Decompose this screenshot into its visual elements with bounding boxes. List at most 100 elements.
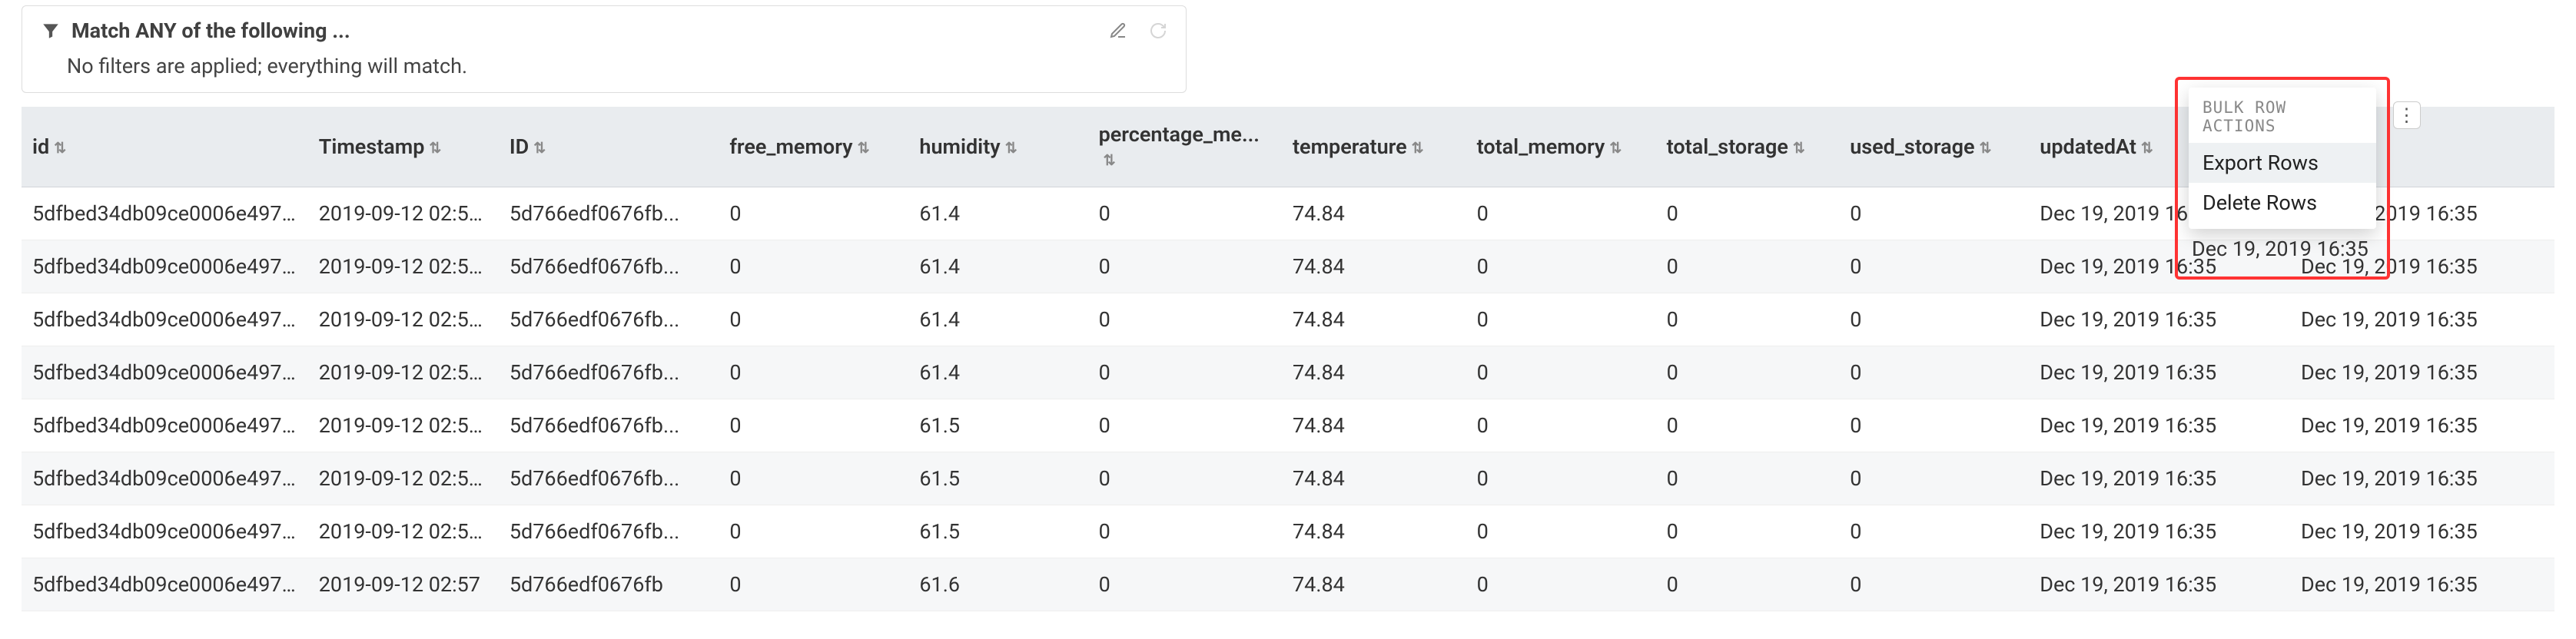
cell-humidity: 61.4	[908, 293, 1087, 346]
cell-timestamp: 2019-09-12 02:57:...	[308, 452, 499, 505]
cell-free-memory: 0	[719, 452, 908, 505]
col-header-temperature[interactable]: temperature⇅	[1282, 107, 1466, 187]
filter-bar: Match ANY of the following ... No filter…	[22, 5, 1187, 93]
sort-icon: ⇅	[1793, 139, 1805, 157]
cell-used-storage: 0	[1839, 505, 2029, 558]
cell-id[interactable]: 5dfbed34db09ce0006e4971b	[22, 240, 308, 293]
cell-used-storage: 0	[1839, 452, 2029, 505]
table-row[interactable]: 5dfbed34db09ce0006e497182019-09-12 02:57…	[22, 399, 2554, 452]
cell-total-storage: 0	[1656, 240, 1840, 293]
cell-humidity: 61.4	[908, 240, 1087, 293]
cell-total-storage: 0	[1656, 399, 1840, 452]
sort-icon: ⇅	[1609, 139, 1622, 157]
table-row[interactable]: 5dfbed34db09ce0006e497152019-09-12 02:57…	[22, 558, 2554, 611]
cell-percentage-me: 0	[1088, 399, 1282, 452]
cell-used-storage: 0	[1839, 399, 2029, 452]
cell-percentage-me: 0	[1088, 505, 1282, 558]
cell-id2: 5d766edf0676fb...	[499, 452, 719, 505]
cell-used-storage: 0	[1839, 346, 2029, 399]
cell-id[interactable]: 5dfbed34db09ce0006e4971c	[22, 187, 308, 240]
cell-id2: 5d766edf0676fb...	[499, 399, 719, 452]
cell-timestamp: 2019-09-12 02:57:...	[308, 399, 499, 452]
cell-id2: 5d766edf0676fb...	[499, 346, 719, 399]
cell-humidity: 61.6	[908, 558, 1087, 611]
cell-used-storage: 0	[1839, 187, 2029, 240]
cell-free-memory: 0	[719, 505, 908, 558]
cell-createdat: Dec 19, 2019 16:35	[2290, 452, 2554, 505]
cell-id2: 5d766edf0676fb...	[499, 293, 719, 346]
cell-total-memory: 0	[1466, 346, 1656, 399]
cell-timestamp: 2019-09-12 02:57:...	[308, 293, 499, 346]
refresh-filter-icon[interactable]	[1149, 22, 1167, 40]
cell-createdat: Dec 19, 2019 16:35	[2290, 399, 2554, 452]
cell-total-memory: 0	[1466, 240, 1656, 293]
cell-free-memory: 0	[719, 346, 908, 399]
cell-id[interactable]: 5dfbed34db09ce0006e49717	[22, 452, 308, 505]
cell-used-storage: 0	[1839, 558, 2029, 611]
cell-percentage-me: 0	[1088, 187, 1282, 240]
sort-icon: ⇅	[54, 139, 66, 157]
edit-filter-icon[interactable]	[1109, 22, 1127, 40]
col-header-used-storage[interactable]: used_storage⇅	[1839, 107, 2029, 187]
cell-id[interactable]: 5dfbed34db09ce0006e49716	[22, 505, 308, 558]
cell-createdat: Dec 19, 2019 16:35	[2290, 558, 2554, 611]
cell-id[interactable]: 5dfbed34db09ce0006e49719	[22, 346, 308, 399]
delete-rows-item[interactable]: Delete Rows	[2189, 183, 2376, 223]
kebab-menu-button[interactable]: ⋮	[2393, 101, 2421, 129]
cell-total-memory: 0	[1466, 558, 1656, 611]
filter-title: Match ANY of the following ...	[71, 18, 1098, 43]
cell-updatedat: Dec 19, 2019 16:35	[2029, 558, 2290, 611]
cell-percentage-me: 0	[1088, 452, 1282, 505]
cell-createdat: Dec 19, 2019 16:35	[2290, 293, 2554, 346]
cell-percentage-me: 0	[1088, 346, 1282, 399]
col-header-timestamp[interactable]: Timestamp⇅	[308, 107, 499, 187]
filter-actions	[1109, 22, 1167, 40]
cell-id[interactable]: 5dfbed34db09ce0006e4971a	[22, 293, 308, 346]
filter-header: Match ANY of the following ...	[41, 18, 1167, 43]
col-header-free-memory[interactable]: free_memory⇅	[719, 107, 908, 187]
filter-icon	[41, 21, 61, 41]
cell-temperature: 74.84	[1282, 187, 1466, 240]
cell-id[interactable]: 5dfbed34db09ce0006e49718	[22, 399, 308, 452]
table-row[interactable]: 5dfbed34db09ce0006e497162019-09-12 02:57…	[22, 505, 2554, 558]
sort-icon: ⇅	[1104, 151, 1116, 169]
cell-used-storage: 0	[1839, 240, 2029, 293]
cell-percentage-me: 0	[1088, 240, 1282, 293]
col-header-id[interactable]: id⇅	[22, 107, 308, 187]
cell-timestamp: 2019-09-12 02:57:...	[308, 505, 499, 558]
cell-updatedat: Dec 19, 2019 16:35	[2029, 293, 2290, 346]
cell-humidity: 61.5	[908, 399, 1087, 452]
col-header-total-storage[interactable]: total_storage⇅	[1656, 107, 1840, 187]
cell-timestamp: 2019-09-12 02:58:...	[308, 240, 499, 293]
cell-total-storage: 0	[1656, 187, 1840, 240]
col-header-id2[interactable]: ID⇅	[499, 107, 719, 187]
cell-id2: 5d766edf0676fb...	[499, 505, 719, 558]
cell-updatedat: Dec 19, 2019 16:35	[2029, 399, 2290, 452]
cell-free-memory: 0	[719, 293, 908, 346]
sort-icon: ⇅	[1005, 139, 1017, 157]
cell-id[interactable]: 5dfbed34db09ce0006e49715	[22, 558, 308, 611]
bulk-actions-popover: BULK ROW ACTIONS Export Rows Delete Rows	[2189, 88, 2376, 229]
cell-humidity: 61.5	[908, 505, 1087, 558]
popover-header: BULK ROW ACTIONS	[2189, 88, 2376, 143]
cell-used-storage: 0	[1839, 293, 2029, 346]
cell-humidity: 61.4	[908, 346, 1087, 399]
export-rows-item[interactable]: Export Rows	[2189, 143, 2376, 183]
sort-icon: ⇅	[858, 139, 870, 157]
cell-id2: 5d766edf0676fb...	[499, 240, 719, 293]
table-row[interactable]: 5dfbed34db09ce0006e4971a2019-09-12 02:57…	[22, 293, 2554, 346]
table-row[interactable]: 5dfbed34db09ce0006e497192019-09-12 02:57…	[22, 346, 2554, 399]
cell-id2: 5d766edf0676fb	[499, 558, 719, 611]
col-header-total-memory[interactable]: total_memory⇅	[1466, 107, 1656, 187]
table-row[interactable]: 5dfbed34db09ce0006e497172019-09-12 02:57…	[22, 452, 2554, 505]
col-header-humidity[interactable]: humidity⇅	[908, 107, 1087, 187]
cell-total-memory: 0	[1466, 452, 1656, 505]
col-header-percentage-me[interactable]: percentage_me...⇅	[1088, 107, 1282, 187]
filter-subtext: No filters are applied; everything will …	[41, 43, 1167, 78]
cell-timestamp: 2019-09-12 02:57:...	[308, 346, 499, 399]
cell-total-memory: 0	[1466, 399, 1656, 452]
cell-total-storage: 0	[1656, 293, 1840, 346]
cell-free-memory: 0	[719, 399, 908, 452]
cell-createdat: Dec 19, 2019 16:35	[2290, 346, 2554, 399]
cell-free-memory: 0	[719, 240, 908, 293]
